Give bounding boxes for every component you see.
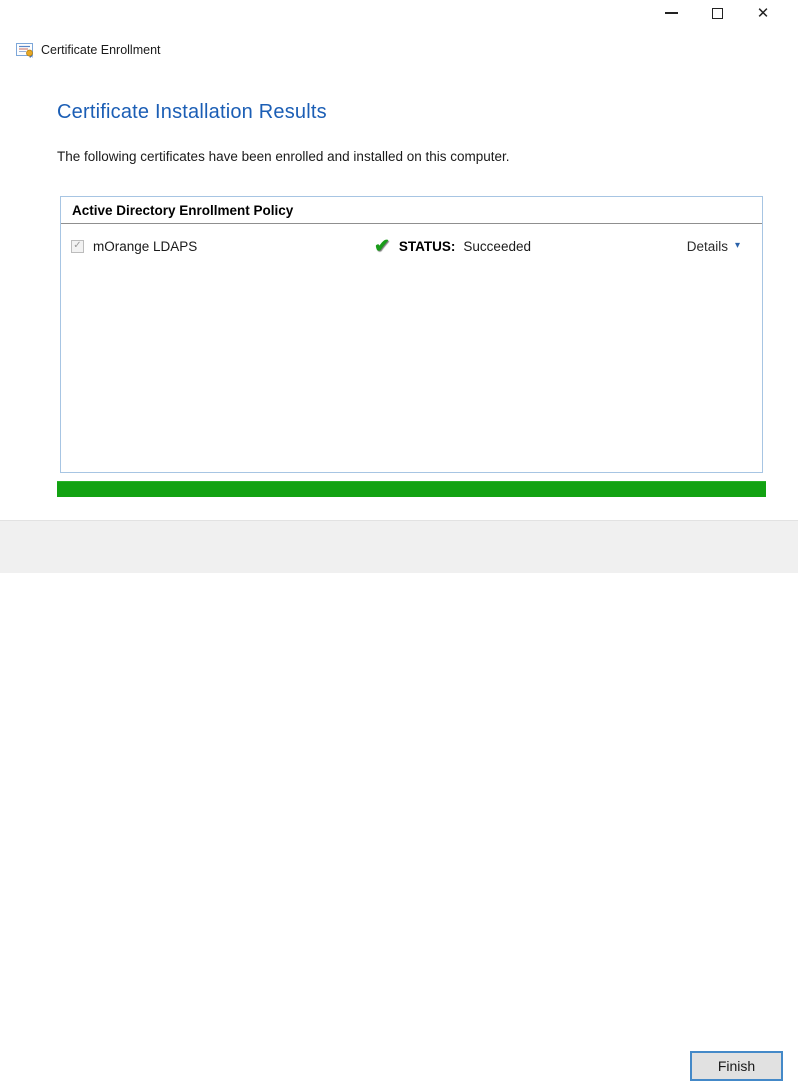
enrollment-results-panel: Active Directory Enrollment Policy ✓ mOr… <box>60 196 763 473</box>
certificate-icon <box>16 43 33 58</box>
page-description: The following certificates have been enr… <box>57 149 510 164</box>
certificate-row: ✓ mOrange LDAPS ✔ STATUS: Succeeded Deta… <box>61 235 762 257</box>
minimize-icon <box>664 12 678 14</box>
status-group: ✔ STATUS: Succeeded <box>374 235 531 257</box>
certificate-enrollment-window: { "window": { "title": "Certificate Enro… <box>0 0 798 1081</box>
status-value: Succeeded <box>463 238 531 254</box>
enrollment-policy-header: Active Directory Enrollment Policy <box>61 197 762 224</box>
enrollment-progress-fill <box>57 481 766 497</box>
app-header: Certificate Enrollment <box>16 41 161 59</box>
page-title: Certificate Installation Results <box>57 101 327 123</box>
maximize-icon <box>711 7 723 19</box>
status-label: STATUS: <box>398 238 456 254</box>
window-title: Certificate Enrollment <box>41 43 161 57</box>
enrollment-progress-bar <box>57 481 766 497</box>
window-controls: ✕ <box>648 0 786 26</box>
status-success-icon: ✔ <box>374 235 390 257</box>
certificate-name: mOrange LDAPS <box>93 238 198 254</box>
checkbox-check-icon: ✓ <box>73 240 82 251</box>
minimize-button[interactable] <box>648 0 694 26</box>
close-button[interactable]: ✕ <box>740 0 786 26</box>
certificate-checkbox[interactable]: ✓ <box>71 239 84 253</box>
close-icon: ✕ <box>756 4 770 22</box>
finish-button[interactable]: Finish <box>690 1051 783 1081</box>
details-dropdown[interactable]: Details ▾ <box>687 235 740 257</box>
maximize-button[interactable] <box>694 0 740 26</box>
chevron-down-icon: ▾ <box>734 240 740 251</box>
details-label: Details <box>686 238 728 254</box>
footer-bar: Finish <box>0 520 798 1081</box>
